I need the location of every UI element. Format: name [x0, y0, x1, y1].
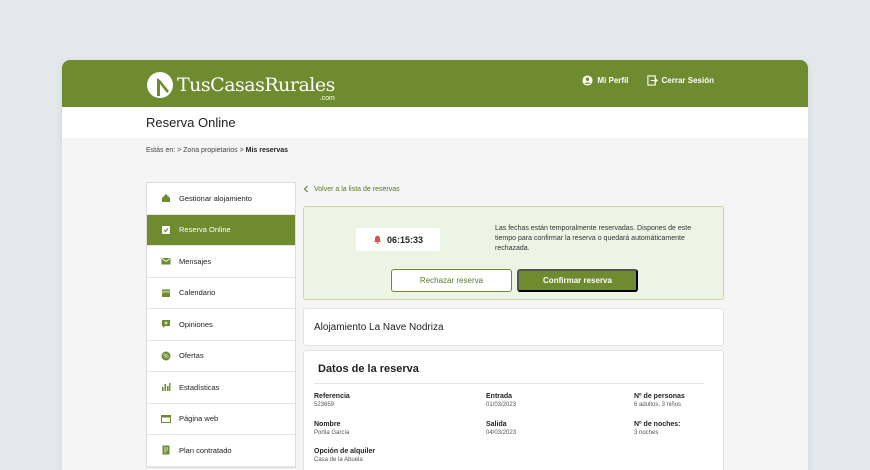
field-value: 523659 [314, 402, 335, 408]
reservation-timer-panel: 06:15:33 Las fechas están temporalmente … [303, 206, 724, 300]
user-icon [582, 75, 593, 86]
sidebar-item-opiniones[interactable]: Opiniones [147, 309, 295, 341]
logo-text: TusCasasRurales .com [177, 73, 335, 102]
sidebar-item-label: Calendario [179, 288, 216, 298]
reservation-details-card: Datos de la reserva Referencia 523659 En… [303, 350, 724, 470]
breadcrumb: Estás en: > Zona propietarios > Mis rese… [146, 147, 288, 154]
sidebar: Gestionar alojamiento Reserva Online Men… [146, 182, 296, 468]
logout-icon [646, 75, 658, 86]
profile-link[interactable]: Mi Perfil [582, 75, 629, 86]
field-entrada: Entrada 01/03/2023 [486, 392, 516, 410]
calendar-check-icon [162, 225, 170, 234]
svg-text:%: % [163, 353, 169, 360]
page-title: Reserva Online [146, 115, 236, 130]
home-icon [162, 194, 170, 203]
chevron-left-icon [303, 185, 308, 193]
field-label: Salida [486, 421, 507, 428]
logo[interactable]: TusCasasRurales .com [146, 71, 335, 102]
app-window: TusCasasRurales .com Mi Perfil Cerrar Se… [62, 60, 808, 470]
sidebar-item-label: Plan contratado [179, 445, 232, 455]
field-opcion-alquiler: Opción de alquiler Casa de la Abuela [314, 447, 375, 465]
logout-label: Cerrar Sesión [661, 76, 714, 85]
field-nombre: Nombre Portia García [314, 420, 349, 438]
field-label: Entrada [486, 393, 513, 400]
profile-label: Mi Perfil [597, 76, 629, 85]
logo-icon [147, 72, 173, 98]
logo-text-main: TusCasasRurales [177, 73, 335, 96]
top-actions: Mi Perfil Cerrar Sesión [582, 75, 714, 86]
reject-reservation-button[interactable]: Rechazar reserva [391, 269, 512, 292]
sidebar-item-pagina-web[interactable]: Página web [147, 404, 295, 435]
field-personas: Nº de personas 6 adultos, 3 niños [634, 392, 685, 410]
property-name: Alojamiento La Nave Nodriza [314, 321, 444, 333]
breadcrumb-prefix[interactable]: Estás en: > Zona propietarios > [146, 147, 246, 154]
sidebar-item-calendario[interactable]: Calendario [147, 278, 295, 309]
back-link[interactable]: Volver a la lista de reservas [303, 182, 724, 196]
sidebar-item-label: Estadísticas [179, 382, 220, 392]
field-label: Nº de personas [634, 393, 685, 400]
sidebar-item-ofertas[interactable]: % Ofertas [147, 341, 295, 372]
breadcrumb-current: Mis reservas [245, 147, 289, 154]
back-link-label: Volver a la lista de reservas [314, 185, 400, 193]
field-value: Casa de la Abuela [314, 457, 363, 463]
top-bar: TusCasasRurales .com Mi Perfil Cerrar Se… [62, 60, 808, 107]
field-value: Portia García [314, 430, 350, 436]
field-value: 6 adultos, 3 niños [634, 402, 682, 408]
property-card: Alojamiento La Nave Nodriza [303, 308, 724, 346]
field-label: Opción de alquiler [314, 448, 376, 455]
main-content: Volver a la lista de reservas 06:15:33 L… [303, 182, 724, 470]
sidebar-item-estadisticas[interactable]: Estadísticas [147, 372, 295, 404]
field-referencia: Referencia 523659 [314, 392, 350, 410]
field-label: Nombre [314, 421, 341, 428]
sidebar-item-reserva-online[interactable]: Reserva Online [147, 214, 295, 246]
mail-icon [161, 258, 171, 265]
field-noches: Nº de noches: 3 noches [634, 420, 681, 438]
offer-icon: % [161, 351, 171, 361]
comment-icon [162, 320, 170, 329]
sidebar-item-label: Página web [179, 414, 219, 424]
sidebar-item-gestionar[interactable]: Gestionar alojamiento [147, 183, 295, 215]
sidebar-item-label: Gestionar alojamiento [179, 193, 252, 203]
calendar-icon [162, 289, 170, 297]
sidebar-item-label: Reserva Online [179, 225, 231, 235]
sidebar-item-label: Opiniones [179, 319, 213, 329]
timer-message: Las fechas están temporalmente reservada… [495, 225, 692, 252]
sidebar-item-mensajes[interactable]: Mensajes [147, 246, 295, 278]
web-icon [161, 414, 171, 423]
field-value: 01/03/2023 [486, 402, 517, 408]
field-value: 04/03/2023 [486, 430, 517, 436]
countdown-time: 06:15:33 [386, 234, 424, 245]
field-label: Nº de noches: [634, 421, 681, 428]
sidebar-item-label: Mensajes [179, 256, 212, 266]
details-title: Datos de la reserva [314, 363, 704, 384]
field-value: 3 noches [634, 430, 659, 436]
bell-icon [373, 235, 382, 244]
stats-icon [162, 383, 171, 392]
logout-link[interactable]: Cerrar Sesión [646, 75, 714, 86]
title-bar: Reserva Online [62, 107, 808, 138]
confirm-reservation-button[interactable]: Confirmar reserva [517, 269, 638, 292]
field-label: Referencia [314, 393, 350, 400]
plan-icon [162, 445, 170, 455]
logo-suffix: .com [319, 94, 335, 102]
field-salida: Salida 04/03/2023 [486, 420, 516, 438]
sidebar-item-label: Ofertas [179, 351, 204, 361]
sidebar-item-plan-contratado[interactable]: Plan contratado [147, 435, 295, 467]
countdown-timer: 06:15:33 [356, 228, 440, 251]
